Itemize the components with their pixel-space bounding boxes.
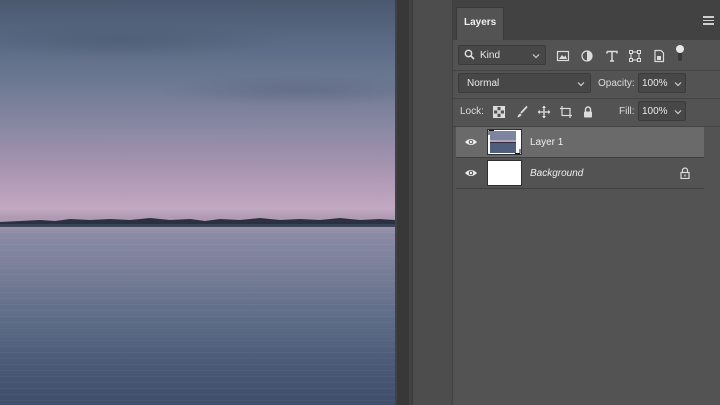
filter-kind-select[interactable]: Kind xyxy=(458,45,546,65)
type-layer-filter-icon[interactable] xyxy=(605,49,619,63)
lock-image-pixels-icon[interactable] xyxy=(515,105,529,119)
fill-value: 100% xyxy=(642,106,668,117)
filter-kind-label: Kind xyxy=(480,50,501,61)
visibility-eye-icon[interactable] xyxy=(464,167,478,179)
layer-row-background[interactable]: Background xyxy=(456,158,704,189)
pixel-layer-filter-icon[interactable] xyxy=(556,49,570,63)
lock-all-icon[interactable] xyxy=(581,105,595,119)
panel-gutter xyxy=(395,0,412,405)
filter-row: Kind xyxy=(453,44,720,68)
opacity-field[interactable]: 100% xyxy=(638,73,686,93)
lock-artboard-icon[interactable] xyxy=(559,105,573,119)
blend-mode-value: Normal xyxy=(467,78,500,89)
fill-label: Fill: xyxy=(619,106,635,117)
lock-transparent-pixels-icon[interactable] xyxy=(492,105,506,119)
visibility-eye-icon[interactable] xyxy=(464,136,478,148)
adjustment-layer-filter-icon[interactable] xyxy=(580,49,594,63)
layer-thumbnail xyxy=(487,129,522,155)
blend-mode-select[interactable]: Normal xyxy=(458,73,591,93)
fill-field[interactable]: 100% xyxy=(638,101,686,121)
chevron-down-icon xyxy=(674,108,682,116)
document-canvas[interactable] xyxy=(0,0,395,405)
blend-row: Normal Opacity: 100% xyxy=(453,72,720,96)
lock-label: Lock: xyxy=(460,106,484,117)
layer-name[interactable]: Background xyxy=(530,168,583,179)
smart-object-filter-icon[interactable] xyxy=(652,49,666,63)
opacity-label: Opacity: xyxy=(598,78,635,89)
filter-toggle-icon[interactable] xyxy=(675,44,685,62)
chevron-down-icon xyxy=(577,80,585,88)
layer-row-layer-1[interactable]: Layer 1 xyxy=(456,127,704,158)
chevron-down-icon xyxy=(674,80,682,88)
layer-thumbnail xyxy=(487,160,522,186)
lock-row: Lock: Fill: 100% xyxy=(453,100,720,124)
panel-menu-icon[interactable] xyxy=(703,16,714,25)
search-icon xyxy=(464,49,475,60)
panel-tab-bar: Layers xyxy=(453,0,720,40)
layer-lock-icon[interactable] xyxy=(680,167,690,180)
sky-clouds xyxy=(0,0,395,211)
layer-name[interactable]: Layer 1 xyxy=(530,137,563,148)
divider xyxy=(453,98,720,99)
shape-layer-filter-icon[interactable] xyxy=(628,49,642,63)
divider xyxy=(453,70,720,71)
lake-water xyxy=(0,226,395,405)
opacity-value: 100% xyxy=(642,78,668,89)
lock-position-icon[interactable] xyxy=(537,105,551,119)
tab-layers[interactable]: Layers xyxy=(456,7,504,40)
panel-dock-strip xyxy=(412,0,452,405)
layers-panel: Layers Kind Normal Opacity: 100% Lock: F… xyxy=(452,0,720,405)
chevron-down-icon xyxy=(532,52,540,60)
